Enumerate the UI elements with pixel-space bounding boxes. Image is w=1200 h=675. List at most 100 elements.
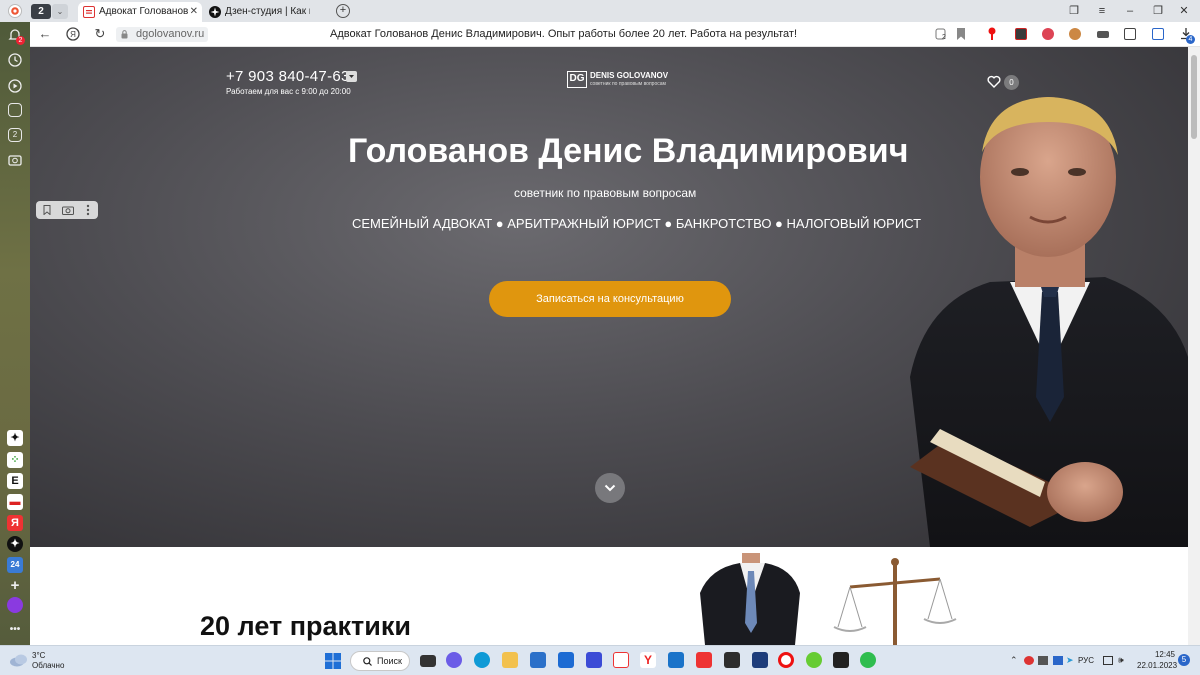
history-clock-icon[interactable] [8, 53, 22, 67]
minimize-icon[interactable]: – [1122, 3, 1138, 19]
bookmark-icon[interactable] [956, 28, 966, 40]
hero-subtitle: советник по правовым вопросам [514, 186, 697, 200]
restore-icon[interactable]: ❐ [1150, 3, 1166, 19]
yandex-browser-taskbar-icon[interactable]: Y [640, 652, 656, 668]
tab-inactive[interactable]: Дзен-студия | Как не нарушить [204, 2, 322, 22]
alice-assistant-icon[interactable] [7, 597, 23, 613]
shield-app-icon[interactable] [724, 652, 740, 668]
yandex-app-icon[interactable]: Я [7, 515, 23, 531]
extension-mascot-icon[interactable] [1042, 28, 1054, 40]
logo-tagline: советник по правовым вопросам [590, 81, 666, 87]
extension-pin-icon[interactable] [987, 27, 997, 41]
volume-icon[interactable]: 🕪 [1118, 656, 1128, 665]
bookmarks-panel-icon[interactable]: ❐ [1066, 3, 1082, 19]
consultation-button[interactable]: Записаться на консультацию [489, 281, 731, 317]
dzen2-app-icon[interactable]: ✦ [7, 536, 23, 552]
news-app-icon[interactable]: ▬ [7, 494, 23, 510]
chat-icon[interactable] [446, 652, 462, 668]
explorer-icon[interactable] [502, 652, 518, 668]
extension-doc-icon[interactable] [1152, 28, 1164, 40]
services-app-icon[interactable]: ⁘ [7, 452, 23, 468]
tab-count-button[interactable]: 2 [31, 4, 51, 19]
calendar-app-icon[interactable]: 24 [7, 557, 23, 573]
downloads-badge: 4 [1186, 35, 1195, 44]
clock-time[interactable]: 12:45 [1153, 650, 1177, 659]
phone-dropdown-icon[interactable] [346, 71, 357, 82]
protect-badge: 2 [942, 34, 946, 41]
screenshot-icon[interactable] [8, 153, 22, 167]
network-icon[interactable] [1103, 656, 1113, 665]
play-icon[interactable] [8, 79, 22, 93]
collections-icon[interactable] [8, 103, 22, 117]
lock-icon [121, 30, 128, 39]
app-m-icon[interactable] [586, 652, 602, 668]
tabs-menu-chevron-icon[interactable]: ⌄ [52, 4, 68, 19]
add-app-icon[interactable]: + [7, 578, 23, 594]
language-indicator[interactable]: РУС [1078, 656, 1094, 665]
screen: 2 ⌄ Адвокат Голованов Денис Владимирович… [0, 0, 1200, 675]
working-hours: Работаем для вас с 9:00 до 20:00 [226, 87, 351, 96]
yandex-taskbar-icon[interactable] [613, 652, 629, 668]
hero-section: +7 903 840-47-63 Работаем для вас с 9:00… [30, 47, 1188, 547]
tab-strip: 2 ⌄ Адвокат Голованов Денис Владимирович… [0, 0, 1200, 22]
clock-date[interactable]: 22.01.2023 [1137, 661, 1177, 670]
bookmark-page-icon[interactable] [43, 205, 51, 215]
menu-icon[interactable]: ≡ [1094, 3, 1110, 19]
store-icon[interactable] [530, 652, 546, 668]
logo-name[interactable]: DENIS GOLOVANOV [590, 71, 668, 80]
tab-active[interactable]: Адвокат Голованов Денис Владимирович ✕ [78, 2, 202, 22]
scroll-down-button[interactable] [595, 473, 625, 503]
phone-number[interactable]: +7 903 840-47-63 [226, 68, 350, 85]
new-tab-button[interactable]: + [336, 4, 350, 18]
url-field[interactable]: dgolovanov.ru [116, 27, 208, 42]
task-view-icon[interactable] [420, 655, 436, 667]
extension-box-icon[interactable] [1015, 28, 1027, 40]
hero-services: СЕМЕЙНЫЙ АДВОКАТ ● АРБИТРАЖНЫЙ ЮРИСТ ● Б… [352, 216, 922, 231]
weather-cloud-icon[interactable] [9, 653, 29, 667]
reload-icon[interactable]: ↻ [92, 26, 108, 42]
svg-text:Я: Я [70, 30, 76, 39]
extension-shirt-icon[interactable] [1124, 28, 1136, 40]
tray-telegram-icon[interactable]: ➤ [1066, 656, 1076, 665]
edge-icon[interactable] [474, 652, 490, 668]
windows-taskbar: 3°C Облачно Поиск Y ⌃ ➤ РУС 🕪 12:45 22.0… [0, 645, 1200, 675]
close-window-icon[interactable]: ✕ [1176, 3, 1192, 19]
tray-app2-icon[interactable] [1038, 656, 1048, 665]
more-vertical-icon[interactable] [86, 204, 90, 216]
yandex-browser-logo-icon[interactable] [8, 4, 22, 18]
taskbar-search[interactable]: Поиск [350, 651, 410, 671]
camera-icon[interactable] [62, 205, 74, 215]
whatsapp-icon[interactable] [860, 652, 876, 668]
tab-close-icon[interactable]: ✕ [190, 2, 198, 22]
logo-mark[interactable]: DG [567, 71, 587, 88]
mail-icon[interactable] [558, 652, 574, 668]
weather-temp: 3°C [32, 651, 46, 660]
site-favicon-icon [83, 6, 95, 18]
back-arrow-icon[interactable]: ← [37, 26, 53, 42]
wps-icon[interactable] [696, 652, 712, 668]
chevron-down-icon [604, 484, 616, 492]
tabs-count-icon[interactable]: 2 [8, 128, 22, 142]
practice-section: 20 лет практики [30, 547, 1188, 645]
logo-app-icon[interactable] [752, 652, 768, 668]
tray-app1-icon[interactable] [1024, 656, 1034, 665]
url-text: dgolovanov.ru [136, 28, 205, 40]
game-app-icon[interactable] [833, 652, 849, 668]
notification-center-badge[interactable]: 5 [1178, 654, 1190, 666]
search-icon [363, 657, 372, 666]
tray-app3-icon[interactable] [1053, 656, 1063, 665]
more-options-icon[interactable]: ••• [7, 622, 23, 638]
yandex-protect-icon[interactable]: Я [65, 26, 81, 42]
scrollbar-thumb[interactable] [1191, 55, 1197, 139]
torrent-icon[interactable] [806, 652, 822, 668]
extension-mascot2-icon[interactable] [1069, 28, 1081, 40]
remote-desktop-icon[interactable] [668, 652, 684, 668]
extension-dark-icon[interactable] [1097, 31, 1109, 38]
windows-start-icon[interactable] [325, 653, 341, 669]
e-app-icon[interactable]: E [7, 473, 23, 489]
tray-expand-icon[interactable]: ⌃ [1010, 656, 1020, 665]
dzen-app-icon[interactable]: ✦ [7, 430, 23, 446]
page-scrollbar[interactable] [1188, 47, 1200, 645]
opera-icon[interactable] [778, 652, 794, 668]
tab-title: Адвокат Голованов Денис Владимирович [99, 6, 190, 17]
